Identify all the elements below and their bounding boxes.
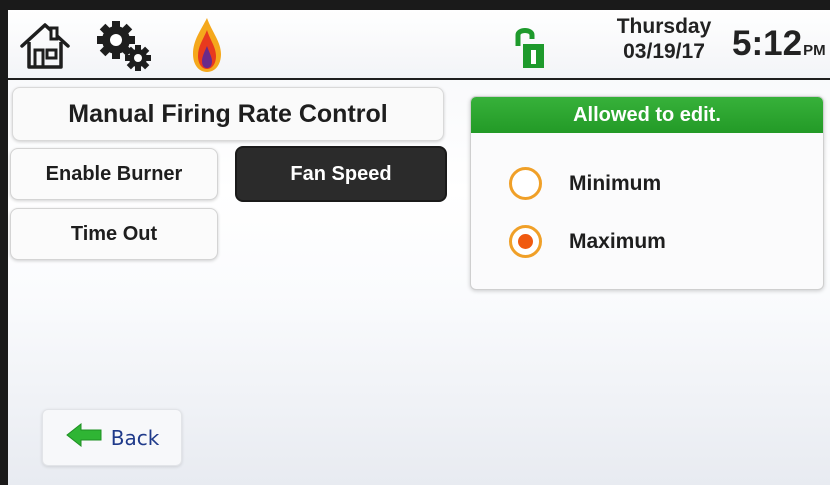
- day-label: Thursday: [616, 15, 712, 38]
- gear-icon[interactable]: [94, 20, 154, 72]
- radio-minimum[interactable]: Minimum: [509, 167, 661, 200]
- edit-panel-header: Allowed to edit.: [471, 97, 823, 133]
- back-button[interactable]: Back: [42, 409, 182, 466]
- radio-button-minimum[interactable]: [509, 167, 542, 200]
- fan-speed-button[interactable]: Fan Speed: [235, 146, 447, 202]
- radio-label-minimum: Minimum: [569, 171, 662, 195]
- ampm-label: PM: [803, 42, 826, 59]
- screen: Thursday 03/19/17 5:12PM Manual Firing R…: [8, 10, 830, 485]
- flame-icon: [190, 16, 224, 76]
- radio-maximum[interactable]: Maximum: [509, 225, 666, 258]
- clock: 5:12PM: [732, 24, 826, 64]
- time-label: 5:12: [732, 24, 803, 63]
- arrow-left-icon: [65, 422, 103, 452]
- date-label: 03/19/17: [623, 40, 705, 63]
- page-title: Manual Firing Rate Control: [12, 87, 444, 141]
- top-bar: Thursday 03/19/17 5:12PM: [8, 10, 830, 80]
- back-label: Back: [110, 425, 160, 450]
- radio-label-maximum: Maximum: [569, 229, 666, 253]
- enable-burner-button[interactable]: Enable Burner: [10, 148, 218, 200]
- device-frame: Thursday 03/19/17 5:12PM Manual Firing R…: [0, 0, 830, 485]
- date-display: Thursday 03/19/17: [604, 14, 724, 64]
- edit-panel: Allowed to edit. Minimum Maximum: [470, 96, 824, 290]
- home-icon[interactable]: [18, 20, 72, 72]
- radio-button-maximum[interactable]: [509, 225, 542, 258]
- lock-icon[interactable]: [510, 24, 550, 72]
- time-out-button[interactable]: Time Out: [10, 208, 218, 260]
